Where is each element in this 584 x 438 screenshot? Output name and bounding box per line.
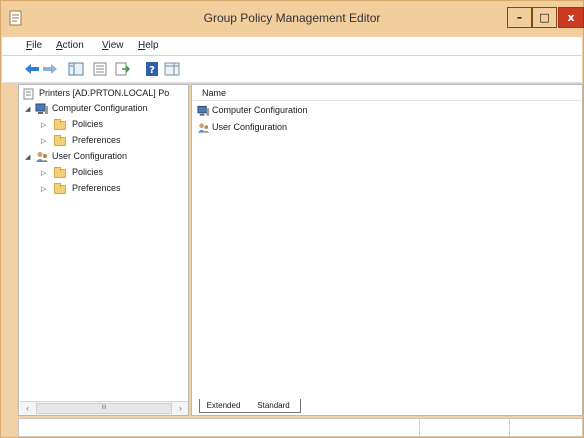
- list-item-label: Computer Configuration: [212, 105, 308, 115]
- folder-icon: [54, 135, 66, 146]
- tree-item-label: Preferences: [72, 135, 121, 145]
- scrollbar-thumb[interactable]: III: [36, 403, 172, 414]
- computer-icon: [35, 103, 48, 114]
- tree-horizontal-scrollbar[interactable]: ‹ III ›: [20, 401, 188, 415]
- tab-extended[interactable]: Extended: [199, 399, 247, 413]
- tab-standard[interactable]: Standard: [247, 399, 301, 413]
- collapsed-arrow-icon[interactable]: ▷: [41, 137, 46, 145]
- list-item-user-configuration[interactable]: User Configuration: [197, 121, 347, 135]
- folder-icon: [54, 183, 66, 194]
- console-tree-pane[interactable]: Printers [AD.PRTON.LOCAL] Po ◢ Computer …: [18, 84, 189, 416]
- close-button[interactable]: x: [558, 7, 584, 28]
- details-pane[interactable]: Name Computer Configuration User Configu…: [191, 84, 583, 416]
- menu-action-label: ction: [62, 40, 84, 51]
- collapsed-arrow-icon[interactable]: ▷: [41, 121, 46, 129]
- collapsed-arrow-icon[interactable]: ▷: [41, 169, 46, 177]
- svg-text:?: ?: [149, 65, 155, 76]
- menu-action-access-key: A: [56, 40, 63, 51]
- tree-item-computer-configuration[interactable]: ◢ Computer Configuration: [25, 102, 185, 116]
- scroll-right-icon[interactable]: ›: [173, 402, 188, 415]
- menu-view[interactable]: View: [102, 40, 124, 51]
- help-icon[interactable]: ?: [144, 62, 160, 76]
- folder-icon: [54, 167, 66, 178]
- view-tabs: Extended Standard: [193, 399, 581, 415]
- column-header-label: Name: [202, 88, 227, 98]
- tree-root-item[interactable]: Printers [AD.PRTON.LOCAL] Po: [22, 87, 188, 101]
- export-list-icon[interactable]: [114, 62, 130, 76]
- menu-file-label: ile: [32, 40, 43, 51]
- scroll-left-icon[interactable]: ‹: [20, 402, 35, 415]
- menu-help[interactable]: Help: [138, 40, 159, 51]
- column-header-name[interactable]: Name: [193, 86, 581, 101]
- tree-item-label: Policies: [72, 167, 104, 177]
- tree-item-user-configuration[interactable]: ◢ User Configuration: [25, 150, 185, 164]
- tree-item-user-preferences[interactable]: ▷ Preferences: [41, 182, 181, 196]
- forward-arrow-icon[interactable]: [42, 62, 58, 76]
- maximize-button[interactable]: □: [532, 7, 557, 28]
- tree-item-user-policies[interactable]: ▷ Policies: [41, 166, 181, 180]
- show-hide-tree-icon[interactable]: [68, 62, 84, 76]
- users-icon: [36, 152, 48, 162]
- status-bar-divider: [509, 419, 510, 436]
- tree-item-computer-policies[interactable]: ▷ Policies: [41, 118, 181, 132]
- status-bar-divider: [419, 419, 420, 436]
- minimize-button[interactable]: –: [507, 7, 532, 28]
- properties-icon[interactable]: [92, 62, 108, 76]
- menu-file[interactable]: File: [26, 40, 42, 51]
- tree-item-label: Preferences: [72, 183, 121, 193]
- back-arrow-icon[interactable]: [24, 62, 40, 76]
- collapsed-arrow-icon[interactable]: ▷: [41, 185, 46, 193]
- expanded-arrow-icon[interactable]: ◢: [25, 153, 30, 161]
- folder-icon: [54, 119, 66, 130]
- list-item-computer-configuration[interactable]: Computer Configuration: [197, 104, 347, 118]
- tree-item-computer-preferences[interactable]: ▷ Preferences: [41, 134, 181, 148]
- tree-item-label: Policies: [72, 119, 104, 129]
- menu-action[interactable]: Action: [56, 40, 84, 51]
- status-bar: [18, 418, 583, 437]
- users-icon: [197, 123, 210, 133]
- toolbar: ?: [2, 56, 582, 83]
- gpo-scroll-icon: [23, 88, 34, 100]
- menu-bar: File Action View Help: [2, 37, 582, 55]
- expanded-arrow-icon[interactable]: ◢: [25, 105, 30, 113]
- application-window: Group Policy Management Editor – □ x Fil…: [0, 0, 584, 438]
- show-action-pane-icon[interactable]: [164, 62, 180, 76]
- menu-view-label: iew: [108, 40, 124, 51]
- tree-item-label: User Configuration: [52, 151, 128, 161]
- computer-icon: [197, 105, 210, 116]
- list-item-label: User Configuration: [212, 122, 288, 132]
- window-title: Group Policy Management Editor: [203, 11, 381, 25]
- menu-help-label: elp: [145, 40, 159, 51]
- tree-root-label: Printers [AD.PRTON.LOCAL] Po: [39, 88, 170, 98]
- tree-item-label: Computer Configuration: [52, 103, 148, 113]
- title-bar[interactable]: Group Policy Management Editor – □ x: [1, 1, 584, 35]
